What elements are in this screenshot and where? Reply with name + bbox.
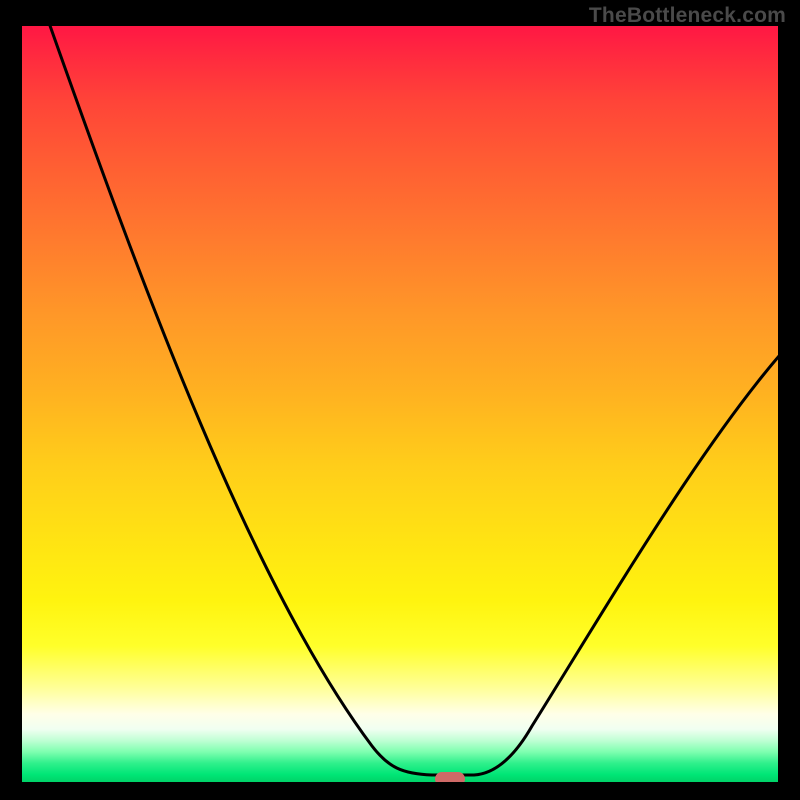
- plot-area: [22, 26, 778, 782]
- chart-frame: TheBottleneck.com: [0, 0, 800, 800]
- watermark-text: TheBottleneck.com: [589, 4, 786, 28]
- optimal-point-marker: [435, 772, 465, 782]
- curve-path: [48, 26, 778, 775]
- bottleneck-curve: [22, 26, 778, 782]
